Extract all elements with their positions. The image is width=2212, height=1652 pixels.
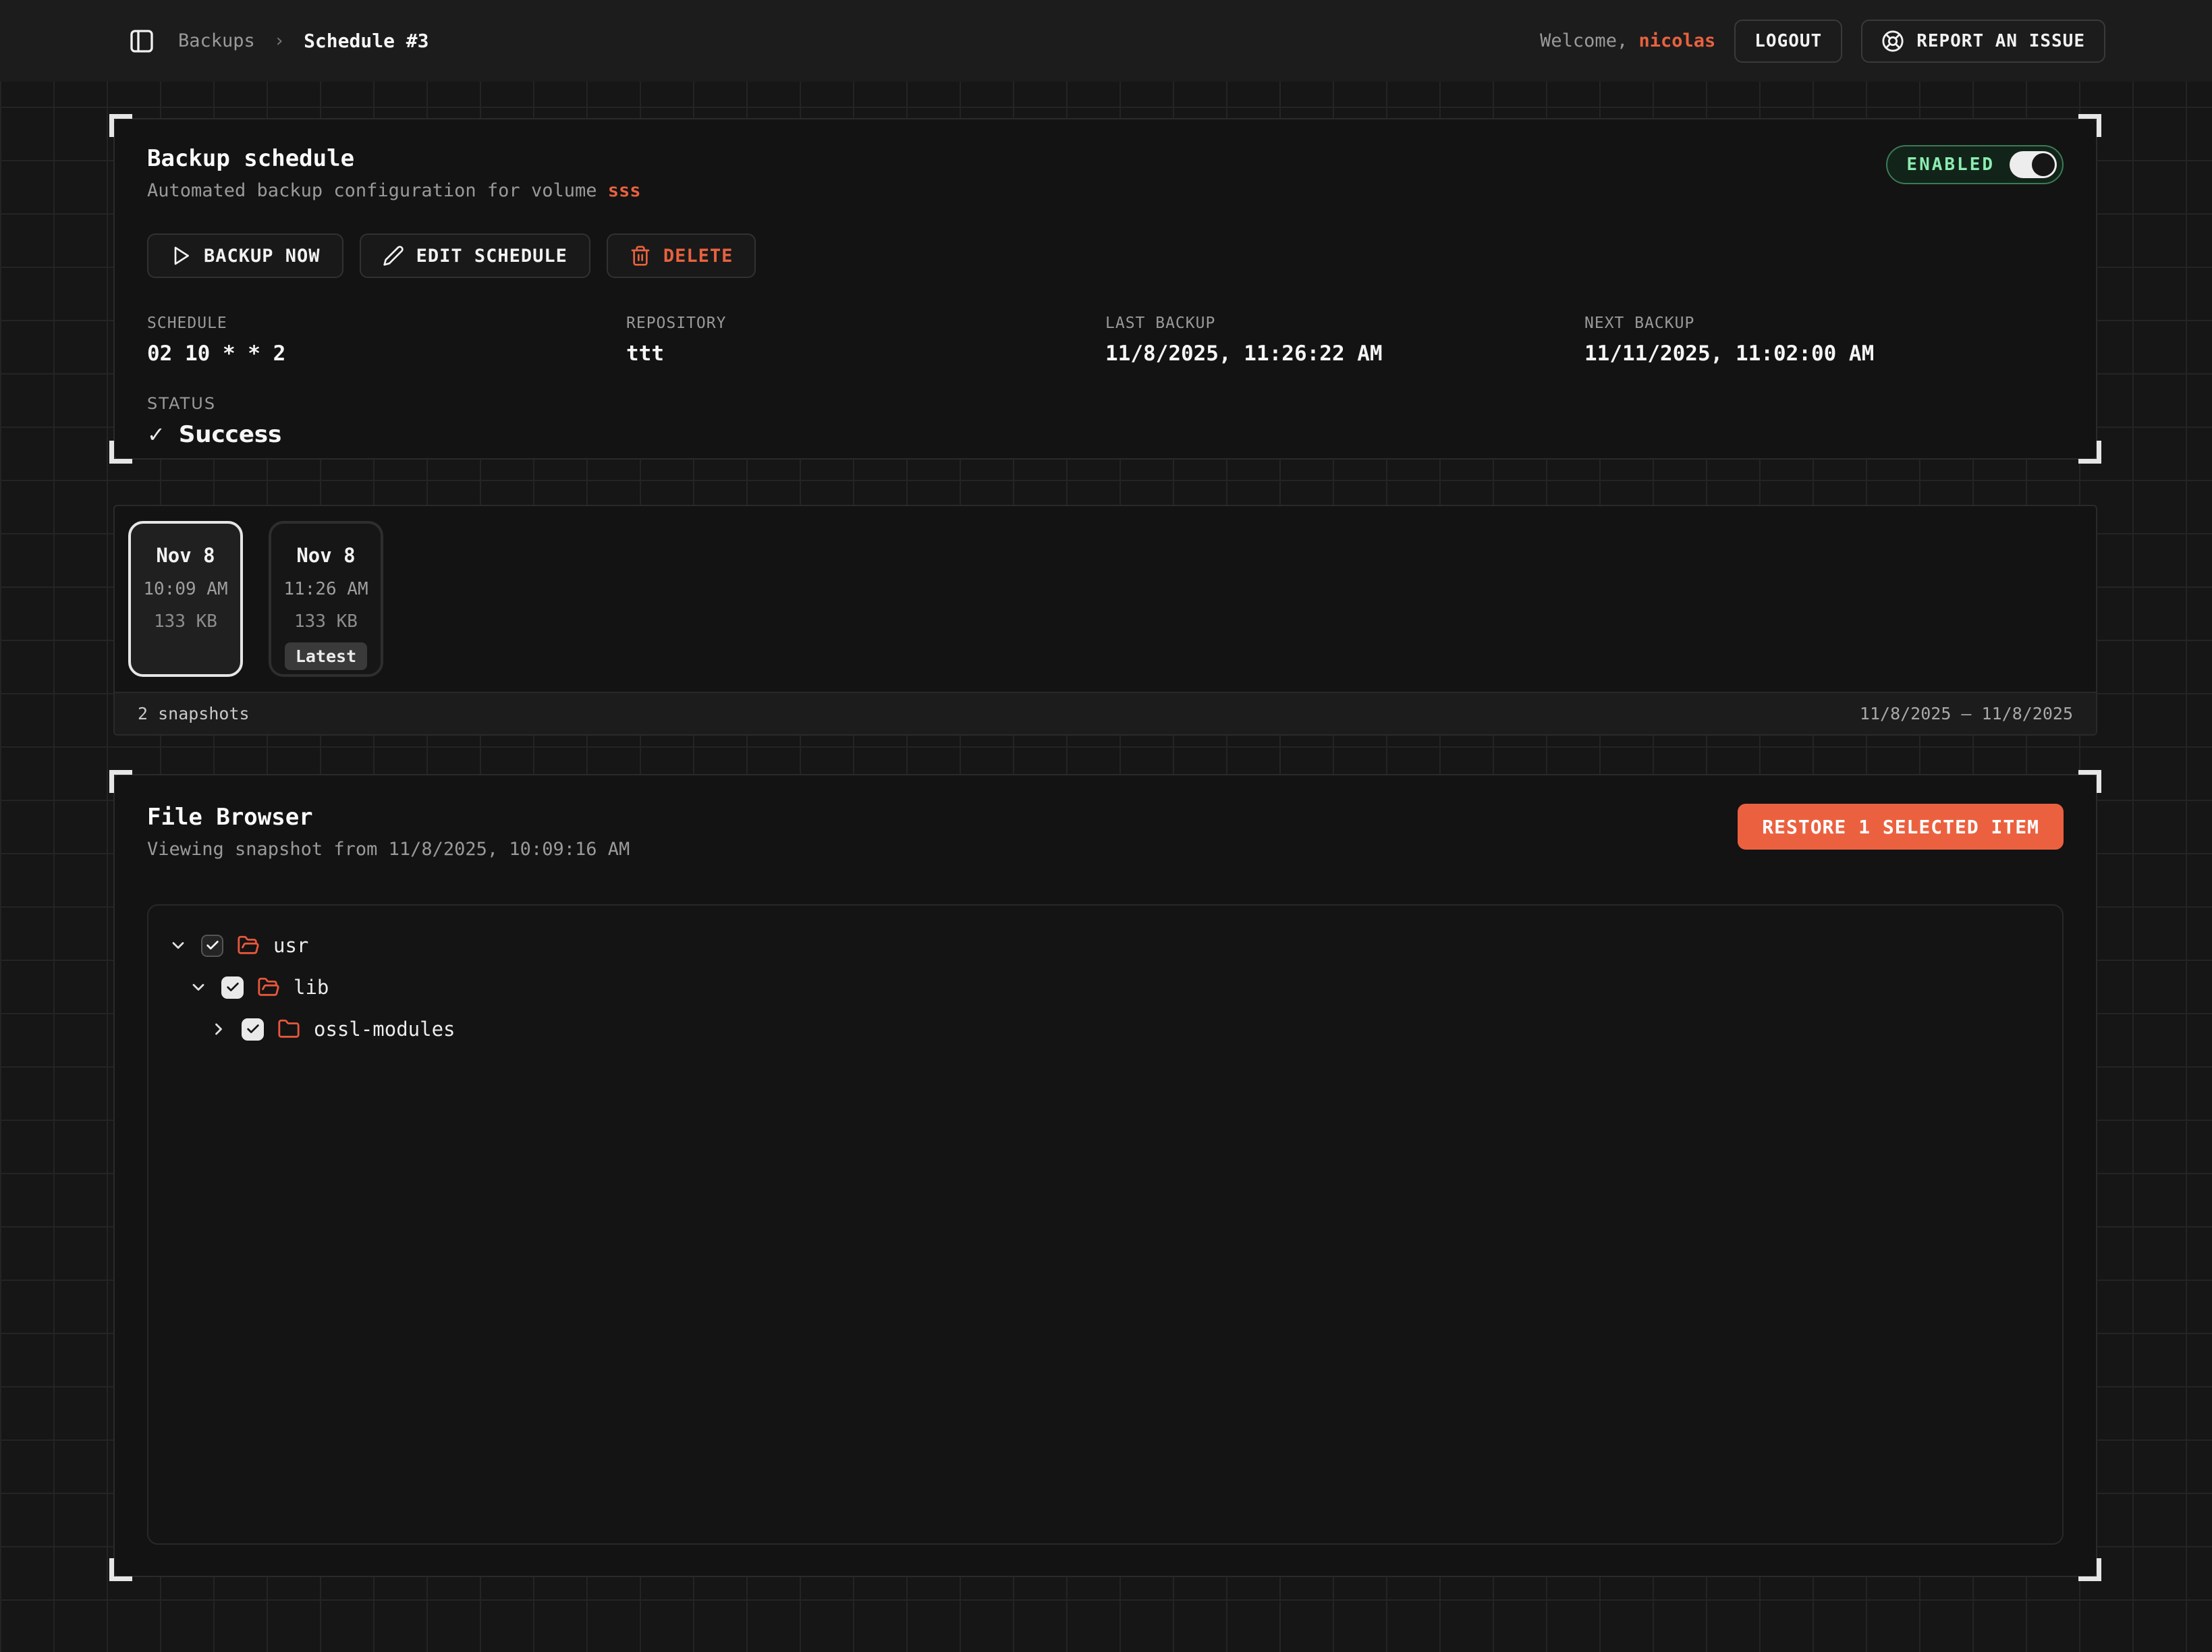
trash-icon bbox=[630, 245, 651, 267]
corner-bracket bbox=[113, 505, 132, 524]
username: nicolas bbox=[1638, 30, 1715, 51]
chevron-down-icon[interactable] bbox=[189, 978, 208, 997]
snapshot-card-selected[interactable]: Nov 8 10:09 AM 133 KB bbox=[128, 521, 243, 677]
corner-bracket bbox=[109, 1558, 132, 1581]
enabled-label: ENABLED bbox=[1906, 155, 1995, 175]
panel-title: File Browser bbox=[147, 804, 630, 831]
snapshots-footer: 2 snapshots 11/8/2025 – 11/8/2025 bbox=[115, 692, 2096, 734]
checkbox-usr[interactable] bbox=[201, 935, 223, 957]
checkbox-ossl-modules[interactable] bbox=[242, 1018, 264, 1041]
folder-icon bbox=[277, 1018, 300, 1041]
tree-row-lib[interactable]: lib bbox=[169, 966, 2042, 1008]
snapshot-count: 2 snapshots bbox=[138, 704, 250, 723]
breadcrumb: Backups › Schedule #3 bbox=[178, 30, 429, 52]
corner-bracket bbox=[109, 770, 132, 793]
corner-bracket bbox=[2078, 770, 2101, 793]
backup-schedule-panel: Backup schedule Automated backup configu… bbox=[113, 118, 2097, 460]
corner-bracket bbox=[109, 114, 132, 137]
field-next-backup: NEXT BACKUP 11/11/2025, 11:02:00 AM bbox=[1584, 314, 2064, 366]
status-field: STATUS ✓ Success bbox=[147, 394, 2064, 448]
corner-bracket bbox=[2078, 1558, 2101, 1581]
backup-now-button[interactable]: BACKUP NOW bbox=[147, 233, 343, 278]
report-issue-button[interactable]: REPORT AN ISSUE bbox=[1861, 20, 2105, 63]
volume-name: sss bbox=[608, 180, 641, 201]
corner-bracket bbox=[2078, 505, 2097, 524]
breadcrumb-separator-icon: › bbox=[274, 30, 285, 51]
toggle-knob bbox=[2032, 153, 2055, 176]
snapshot-date-range: 11/8/2025 – 11/8/2025 bbox=[1860, 704, 2073, 723]
check-icon: ✓ bbox=[147, 422, 165, 447]
welcome-text: Welcome, nicolas bbox=[1540, 30, 1715, 51]
field-schedule: SCHEDULE 02 10 * * 2 bbox=[147, 314, 626, 366]
corner-bracket bbox=[2078, 441, 2101, 464]
folder-open-icon bbox=[257, 976, 280, 999]
field-repository: REPOSITORY ttt bbox=[626, 314, 1105, 366]
tree-row-usr[interactable]: usr bbox=[169, 925, 2042, 966]
delete-button[interactable]: DELETE bbox=[607, 233, 756, 278]
enabled-toggle[interactable]: ENABLED bbox=[1886, 145, 2064, 184]
status-value: Success bbox=[179, 421, 282, 448]
corner-bracket bbox=[2078, 717, 2097, 736]
corner-bracket bbox=[2078, 114, 2101, 137]
tree-row-ossl-modules[interactable]: ossl-modules bbox=[169, 1008, 2042, 1050]
breadcrumb-section[interactable]: Backups bbox=[178, 30, 255, 51]
file-browser-panel: File Browser Viewing snapshot from 11/8/… bbox=[113, 774, 2097, 1577]
play-icon bbox=[170, 245, 192, 267]
folder-open-icon bbox=[237, 934, 260, 957]
corner-bracket bbox=[109, 441, 132, 464]
top-bar: Backups › Schedule #3 Welcome, nicolas L… bbox=[0, 0, 2212, 82]
latest-badge: Latest bbox=[285, 642, 367, 670]
snapshot-card[interactable]: Nov 8 11:26 AM 133 KB Latest bbox=[269, 521, 383, 677]
sidebar-toggle-icon[interactable] bbox=[128, 28, 155, 55]
checkbox-lib[interactable] bbox=[221, 976, 244, 999]
breadcrumb-current: Schedule #3 bbox=[304, 30, 428, 52]
chevron-down-icon[interactable] bbox=[169, 936, 188, 955]
schedule-fields: SCHEDULE 02 10 * * 2 REPOSITORY ttt LAST… bbox=[147, 314, 2064, 366]
panel-subtitle: Viewing snapshot from 11/8/2025, 10:09:1… bbox=[147, 839, 630, 860]
snapshots-panel: Nov 8 10:09 AM 133 KB Nov 8 11:26 AM 133… bbox=[113, 505, 2097, 736]
panel-subtitle: Automated backup configuration for volum… bbox=[147, 180, 641, 201]
edit-schedule-button[interactable]: EDIT SCHEDULE bbox=[360, 233, 590, 278]
field-last-backup: LAST BACKUP 11/8/2025, 11:26:22 AM bbox=[1105, 314, 1584, 366]
toggle-switch[interactable] bbox=[2010, 151, 2057, 178]
file-tree: usr lib bbox=[147, 904, 2064, 1545]
chevron-right-icon[interactable] bbox=[209, 1020, 228, 1039]
pencil-icon bbox=[383, 245, 404, 267]
panel-title: Backup schedule bbox=[147, 145, 641, 172]
restore-button[interactable]: RESTORE 1 SELECTED ITEM bbox=[1738, 804, 2064, 850]
logout-button[interactable]: LOGOUT bbox=[1734, 20, 1842, 63]
lifebuoy-icon bbox=[1881, 30, 1904, 53]
corner-bracket bbox=[113, 717, 132, 736]
